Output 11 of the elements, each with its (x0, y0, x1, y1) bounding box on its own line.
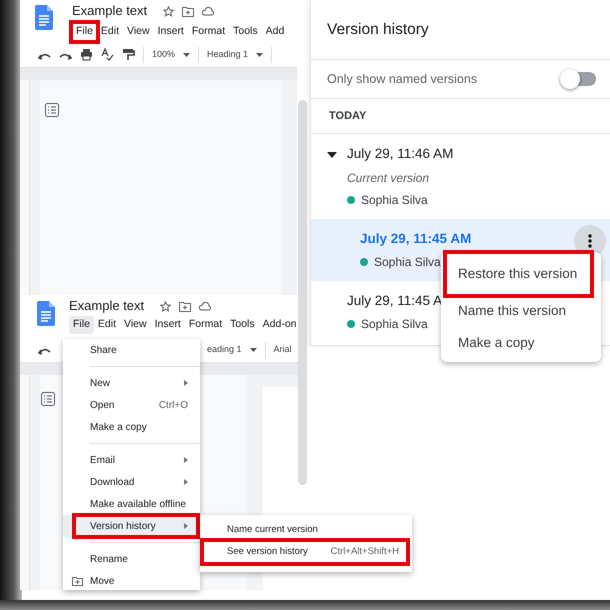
section-heading: TODAY (311, 99, 610, 134)
author-name: Sophia Silva (361, 192, 428, 209)
shortcut-label: Ctrl+Alt+Shift+H (330, 544, 399, 559)
author-name: Sophia Silva (374, 254, 441, 271)
version-note: Current version (347, 170, 430, 187)
author-name: Sophia Silva (361, 316, 428, 334)
version-time: July 29, 11:46 AM (347, 145, 454, 164)
panel-title: Version history (311, 0, 610, 60)
shortcut-label: Ctrl+O (158, 398, 188, 412)
version-time: July 29, 11:45 AM (360, 230, 472, 248)
filter-label: Only show named versions (327, 70, 478, 88)
